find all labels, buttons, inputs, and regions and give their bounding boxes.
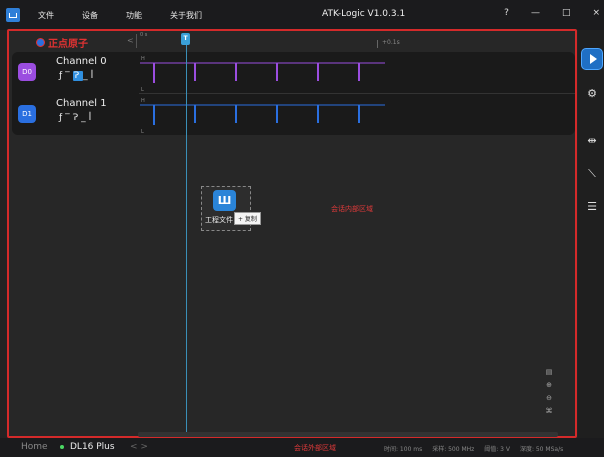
status-time: 时间: 100 ms xyxy=(384,446,423,453)
channel-badge-d0[interactable]: D0 xyxy=(18,63,36,81)
signal-wave-0[interactable]: H L xyxy=(140,53,385,93)
channel-divider xyxy=(139,93,575,94)
channel-row-1[interactable]: D1 Channel 1 ƒ‾Ɂ_ꟾ xyxy=(12,95,140,135)
menu-about[interactable]: 关于我们 xyxy=(170,10,202,21)
channel-badge-d1[interactable]: D1 xyxy=(18,105,36,123)
status-sample: 采样: 500 MHz xyxy=(432,446,475,453)
zoom-reset-icon[interactable]: ⌘ xyxy=(541,407,557,419)
search-list-icon[interactable]: ☰ xyxy=(585,200,599,214)
menu-function[interactable]: 功能 xyxy=(126,10,142,21)
menu-device[interactable]: 设备 xyxy=(82,10,98,21)
project-file-label: 工程文件 xyxy=(205,216,233,224)
signal-wave-1[interactable]: H L xyxy=(140,95,385,135)
outer-area-annotation: 会话外部区域 xyxy=(294,444,336,452)
brand-logo-text: 正点原子 xyxy=(48,39,88,50)
ruler-mark-label: +0.1s xyxy=(382,39,400,46)
bottom-bar: Home DL16 Plus < > 会话外部区域 时间: 100 ms 采样:… xyxy=(0,438,604,457)
falling-edge-icon[interactable]: Ɂ xyxy=(73,113,81,123)
ruler-tick xyxy=(377,40,378,48)
fit-icon[interactable]: ▤ xyxy=(541,368,557,380)
app-title: ATK-Logic V1.0.3.1 xyxy=(322,9,406,19)
signal-pulses-0 xyxy=(153,63,360,83)
right-sidebar: ⚙ ⇹ ⟍ ☰ xyxy=(578,30,604,438)
level-high-label: H xyxy=(141,56,145,62)
channel-name-1: Channel 1 xyxy=(56,98,107,109)
falling-edge-icon[interactable]: Ɂ xyxy=(72,71,84,81)
menu-bar: 文件 设备 功能 关于我们 xyxy=(38,10,230,21)
status-threshold: 阈值: 3 V xyxy=(484,446,511,453)
channel-name-0: Channel 0 xyxy=(56,56,107,67)
horizontal-scrollbar[interactable] xyxy=(138,432,558,437)
probe-icon[interactable]: ⇹ xyxy=(585,134,599,148)
connected-dot-icon xyxy=(60,445,64,449)
play-icon xyxy=(589,54,597,64)
tab-nav-arrows[interactable]: < > xyxy=(130,442,148,452)
project-file-icon: Ш xyxy=(213,190,236,211)
level-low-label: L xyxy=(141,129,144,135)
any-edge-icon[interactable]: ꟾ xyxy=(91,71,97,81)
low-level-icon[interactable]: _ xyxy=(81,113,89,123)
channel-row-0[interactable]: D0 Channel 0 ƒ‾Ɂ_ꟾ xyxy=(12,53,140,93)
tab-device[interactable]: DL16 Plus xyxy=(60,442,115,452)
trigger-marker[interactable]: T xyxy=(181,33,190,45)
trigger-options-1: ƒ‾Ɂ_ꟾ xyxy=(59,113,94,123)
run-button[interactable] xyxy=(581,48,603,70)
brand-logo-icon xyxy=(36,38,45,47)
channel-panel: D0 Channel 0 ƒ‾Ɂ_ꟾ H L D1 Channel 1 ƒ‾Ɂ_… xyxy=(12,52,575,135)
status-depth: 深度: 50 MSa/s xyxy=(519,446,564,453)
signal-pulses-1 xyxy=(153,105,360,125)
title-bar: 文件 设备 功能 关于我们 ATK-Logic V1.0.3.1 ? — □ × xyxy=(0,0,604,30)
time-ruler[interactable]: 0 s +0.1s xyxy=(136,32,576,48)
inner-area-annotation: 会话内部区域 xyxy=(331,205,373,213)
session-workspace: 正点原子 < 0 s +0.1s T D0 Channel 0 ƒ‾Ɂ_ꟾ H … xyxy=(7,29,577,438)
tab-home[interactable]: Home xyxy=(21,442,48,452)
high-level-icon[interactable]: ‾ xyxy=(65,71,73,81)
gear-icon[interactable]: ⚙ xyxy=(585,87,599,101)
level-high-label: H xyxy=(141,98,145,104)
ruler-start-label: 0 s xyxy=(140,32,148,38)
copy-tooltip: + 复制 xyxy=(234,212,261,225)
low-level-icon[interactable]: _ xyxy=(83,71,91,81)
minimize-button[interactable]: — xyxy=(531,8,540,18)
zoom-toolbar: ▤ ⊕ ⊖ ⌘ xyxy=(541,368,557,420)
app-logo-icon xyxy=(6,8,20,22)
trigger-cursor-line[interactable] xyxy=(186,45,187,436)
help-button[interactable]: ? xyxy=(504,8,509,18)
tab-device-label: DL16 Plus xyxy=(70,442,115,452)
brand-logo: 正点原子 xyxy=(36,35,88,50)
zoom-in-icon[interactable]: ⊕ xyxy=(541,381,557,393)
ruler-collapse-chevron-icon[interactable]: < xyxy=(127,36,134,45)
trigger-options-0: ƒ‾Ɂ_ꟾ xyxy=(59,71,96,81)
status-info: 时间: 100 ms 采样: 500 MHz 阈值: 3 V 深度: 50 MS… xyxy=(384,444,571,453)
app-window: 文件 设备 功能 关于我们 ATK-Logic V1.0.3.1 ? — □ ×… xyxy=(0,0,604,457)
close-button[interactable]: × xyxy=(592,8,600,18)
any-edge-icon[interactable]: ꟾ xyxy=(89,113,95,123)
zoom-out-icon[interactable]: ⊖ xyxy=(541,394,557,406)
menu-file[interactable]: 文件 xyxy=(38,10,54,21)
measure-icon[interactable]: ⟍ xyxy=(585,167,599,181)
window-controls: ? — □ × xyxy=(482,8,600,18)
high-level-icon[interactable]: ‾ xyxy=(65,113,73,123)
maximize-button[interactable]: □ xyxy=(562,8,571,18)
